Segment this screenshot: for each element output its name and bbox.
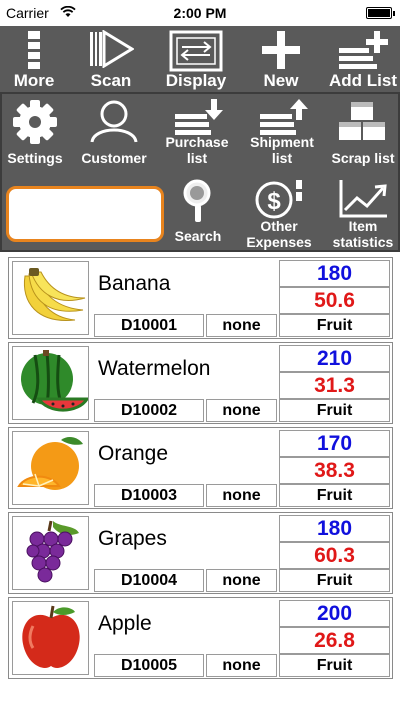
item-quantity: 180: [279, 260, 390, 287]
item-list: Banana 180 50.6 D10001 none Fruit Waterm…: [8, 257, 393, 682]
item-quantity: 170: [279, 430, 390, 457]
list-item[interactable]: Orange 170 38.3 D10003 none Fruit: [8, 427, 393, 509]
scan-label: Scan: [90, 71, 132, 90]
purchase-list-label-2: list: [186, 150, 208, 166]
item-category: Fruit: [279, 484, 390, 507]
customer-button[interactable]: Customer: [74, 94, 154, 172]
svg-text:$: $: [267, 188, 281, 215]
item-price: 26.8: [279, 627, 390, 654]
item-name: Orange: [98, 442, 169, 465]
item-price: 38.3: [279, 457, 390, 484]
search-button[interactable]: Search: [166, 176, 230, 252]
purchase-list-icon: [175, 99, 223, 135]
gear-icon: [13, 100, 57, 144]
orange-image: [12, 431, 89, 505]
search-label: Search: [174, 228, 222, 244]
other-expenses-button[interactable]: $ Other Expenses: [242, 176, 316, 252]
item-statistics-label-1: Item: [348, 218, 378, 234]
other-expenses-label-2: Expenses: [246, 234, 312, 250]
shipment-list-label-2: list: [271, 150, 293, 166]
function-panel: Settings Customer Purchase list Shipment…: [0, 92, 400, 252]
item-quantity: 180: [279, 515, 390, 542]
customer-icon: [90, 100, 138, 143]
item-tag: none: [206, 569, 277, 592]
scan-icon: [90, 30, 134, 68]
item-tag: none: [206, 654, 277, 677]
banana-image: [12, 261, 89, 335]
watermelon-image: [12, 346, 89, 420]
item-tag: none: [206, 484, 277, 507]
more-icon: [28, 31, 40, 69]
item-quantity: 200: [279, 600, 390, 627]
display-button[interactable]: Display: [160, 26, 232, 92]
item-tag: none: [206, 399, 277, 422]
status-bar: Carrier 2:00 PM: [0, 0, 400, 26]
list-item[interactable]: Apple 200 26.8 D10005 none Fruit: [8, 597, 393, 679]
purchase-list-button[interactable]: Purchase list: [160, 94, 234, 172]
add-list-label: Add List: [329, 71, 397, 90]
scrap-boxes-icon: [339, 102, 385, 140]
more-label: More: [13, 71, 55, 90]
item-category: Fruit: [279, 314, 390, 337]
new-button[interactable]: New: [250, 26, 312, 92]
settings-label: Settings: [7, 150, 63, 166]
customer-label: Customer: [81, 150, 147, 166]
item-price: 31.3: [279, 372, 390, 399]
plus-icon: [262, 31, 300, 69]
purchase-list-label-1: Purchase: [165, 134, 229, 150]
add-list-button[interactable]: Add List: [326, 26, 400, 92]
list-item[interactable]: Grapes 180 60.3 D10004 none Fruit: [8, 512, 393, 594]
add-list-icon: [339, 31, 388, 69]
item-code: D10001: [94, 314, 204, 337]
scrap-list-label: Scrap list: [331, 150, 395, 166]
item-name: Watermelon: [98, 357, 211, 380]
grapes-image: [12, 516, 89, 590]
item-name: Banana: [98, 272, 171, 295]
item-statistics-label-2: statistics: [332, 234, 394, 250]
scan-button[interactable]: Scan: [78, 26, 144, 92]
item-statistics-button[interactable]: Item statistics: [326, 176, 400, 252]
dollar-coin-icon: $: [255, 180, 302, 219]
more-button[interactable]: More: [0, 26, 68, 92]
search-input[interactable]: [6, 186, 164, 242]
item-price: 60.3: [279, 542, 390, 569]
item-name: Apple: [98, 612, 152, 635]
item-category: Fruit: [279, 569, 390, 592]
magnifier-icon: [183, 179, 211, 222]
shipment-list-label-1: Shipment: [250, 134, 314, 150]
line-chart-icon: [339, 180, 387, 218]
item-category: Fruit: [279, 654, 390, 677]
scrap-list-button[interactable]: Scrap list: [326, 94, 400, 172]
list-item[interactable]: Watermelon 210 31.3 D10002 none Fruit: [8, 342, 393, 424]
item-category: Fruit: [279, 399, 390, 422]
item-name: Grapes: [98, 527, 167, 550]
top-toolbar: More Scan Display New Add List: [0, 26, 400, 92]
settings-button[interactable]: Settings: [2, 94, 68, 172]
item-code: D10003: [94, 484, 204, 507]
item-code: D10004: [94, 569, 204, 592]
clock: 2:00 PM: [173, 5, 227, 21]
apple-image: [12, 601, 89, 675]
item-code: D10002: [94, 399, 204, 422]
battery-icon: [366, 7, 395, 19]
display-label: Display: [165, 71, 227, 90]
other-expenses-label-1: Other: [260, 218, 298, 234]
new-label: New: [263, 71, 299, 90]
item-quantity: 210: [279, 345, 390, 372]
item-code: D10005: [94, 654, 204, 677]
item-tag: none: [206, 314, 277, 337]
item-price: 50.6: [279, 287, 390, 314]
shipment-list-icon: [260, 99, 308, 135]
display-icon: [169, 30, 223, 72]
shipment-list-button[interactable]: Shipment list: [246, 94, 318, 172]
list-item[interactable]: Banana 180 50.6 D10001 none Fruit: [8, 257, 393, 339]
